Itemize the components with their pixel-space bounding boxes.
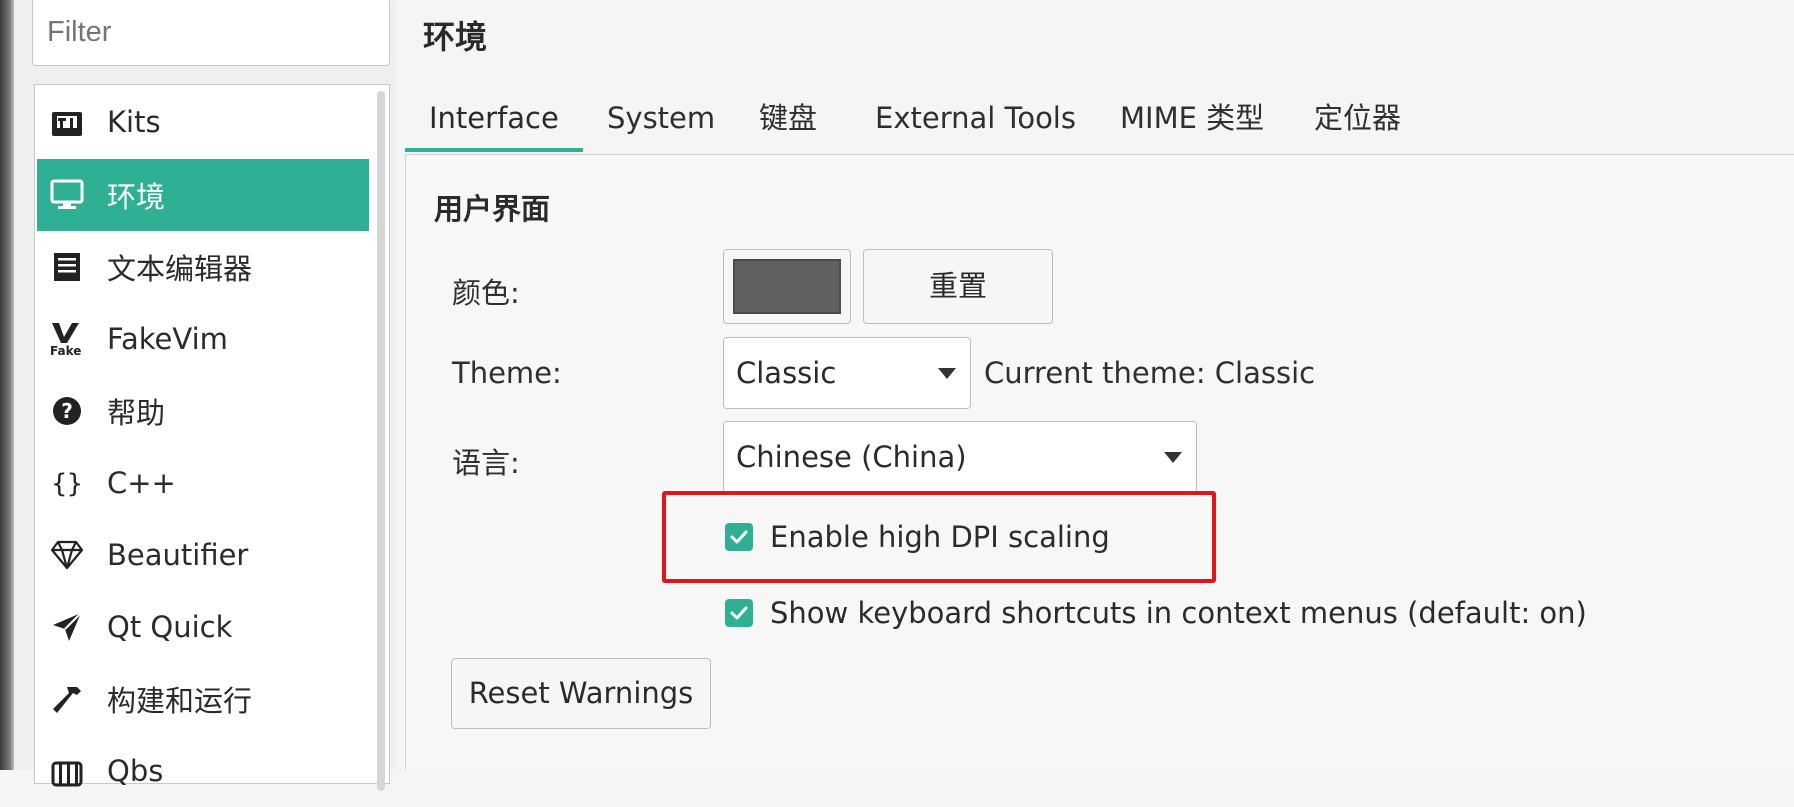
svg-text:?: ? — [61, 399, 73, 423]
tab-bar: Interface System 键盘 External Tools MIME … — [405, 88, 1794, 155]
sidebar-item-beautifier[interactable]: Beautifier — [37, 519, 369, 591]
chevron-down-icon — [938, 368, 956, 379]
checkmark-icon — [730, 606, 748, 620]
tab-mime-types[interactable]: MIME 类型 — [1096, 88, 1288, 152]
scrollbar[interactable] — [377, 91, 385, 791]
current-theme-text: Current theme: Classic — [984, 356, 1316, 390]
paper-plane-icon — [47, 607, 87, 647]
sidebar-item-label: Beautifier — [107, 538, 249, 572]
svg-text:{}: {} — [51, 469, 82, 499]
tab-interface[interactable]: Interface — [405, 88, 583, 152]
language-select-value: Chinese (China) — [736, 440, 967, 474]
theme-select-value: Classic — [736, 356, 837, 390]
tab-locator[interactable]: 定位器 — [1290, 88, 1425, 152]
text-editor-icon — [47, 247, 87, 287]
sidebar-item-qt-quick[interactable]: Qt Quick — [37, 591, 369, 663]
sidebar-item-label: 构建和运行 — [107, 684, 253, 718]
group-title: 用户界面 — [434, 192, 551, 226]
theme-label: Theme: — [452, 356, 562, 390]
sidebar-item-build-run[interactable]: 构建和运行 — [37, 663, 369, 735]
window-edge — [0, 0, 14, 770]
filter-input[interactable] — [32, 0, 390, 66]
sidebar-item-fakevim[interactable]: Fake FakeVim — [37, 303, 369, 375]
braces-icon: {} — [47, 463, 87, 503]
sidebar-item-label: C++ — [107, 466, 176, 500]
page-title: 环境 — [423, 18, 488, 56]
kits-icon — [47, 102, 87, 142]
sidebar-item-label: Qbs — [107, 754, 164, 788]
sidebar-item-label: FakeVim — [107, 322, 228, 356]
help-icon: ? — [47, 391, 87, 431]
theme-select[interactable]: Classic — [723, 337, 971, 409]
qbs-icon — [47, 751, 87, 791]
sidebar-item-kits[interactable]: Kits — [37, 86, 369, 158]
monitor-icon — [47, 175, 87, 215]
chevron-down-icon — [1164, 452, 1182, 463]
sidebar-item-label: Qt Quick — [107, 610, 233, 644]
sidebar-item-environment[interactable]: 环境 — [37, 159, 369, 231]
sidebar-item-label: 文本编辑器 — [107, 252, 253, 286]
sidebar-item-help[interactable]: ? 帮助 — [37, 375, 369, 447]
sidebar-item-label: 环境 — [107, 180, 166, 214]
sidebar-item-text-editor[interactable]: 文本编辑器 — [37, 231, 369, 303]
color-swatch — [733, 259, 841, 314]
fakevim-icon: Fake — [47, 319, 87, 359]
sidebar-item-qbs[interactable]: Qbs — [37, 735, 369, 807]
color-label: 颜色: — [452, 276, 520, 310]
tab-system[interactable]: System — [583, 88, 739, 152]
high-dpi-label[interactable]: Enable high DPI scaling — [770, 520, 1110, 554]
shortcuts-checkbox[interactable] — [725, 599, 753, 627]
settings-category-list[interactable]: Kits 环境 文本编辑器 Fake FakeVim ? 帮助 {} C++ B… — [34, 84, 390, 791]
reset-warnings-button[interactable]: Reset Warnings — [451, 658, 711, 729]
reset-color-button[interactable]: 重置 — [863, 249, 1053, 324]
svg-text:Fake: Fake — [50, 344, 81, 357]
checkmark-icon — [730, 530, 748, 544]
hammer-icon — [47, 679, 87, 719]
color-picker-button[interactable] — [723, 249, 851, 324]
diamond-icon — [47, 535, 87, 575]
tab-keyboard[interactable]: 键盘 — [735, 88, 841, 152]
high-dpi-checkbox[interactable] — [725, 523, 753, 551]
language-select[interactable]: Chinese (China) — [723, 421, 1197, 493]
shortcuts-label[interactable]: Show keyboard shortcuts in context menus… — [770, 596, 1587, 630]
tab-external-tools[interactable]: External Tools — [851, 88, 1100, 152]
sidebar-item-label: Kits — [107, 105, 161, 139]
sidebar-item-label: 帮助 — [107, 396, 166, 430]
sidebar-item-cpp[interactable]: {} C++ — [37, 447, 369, 519]
language-label: 语言: — [452, 446, 520, 480]
